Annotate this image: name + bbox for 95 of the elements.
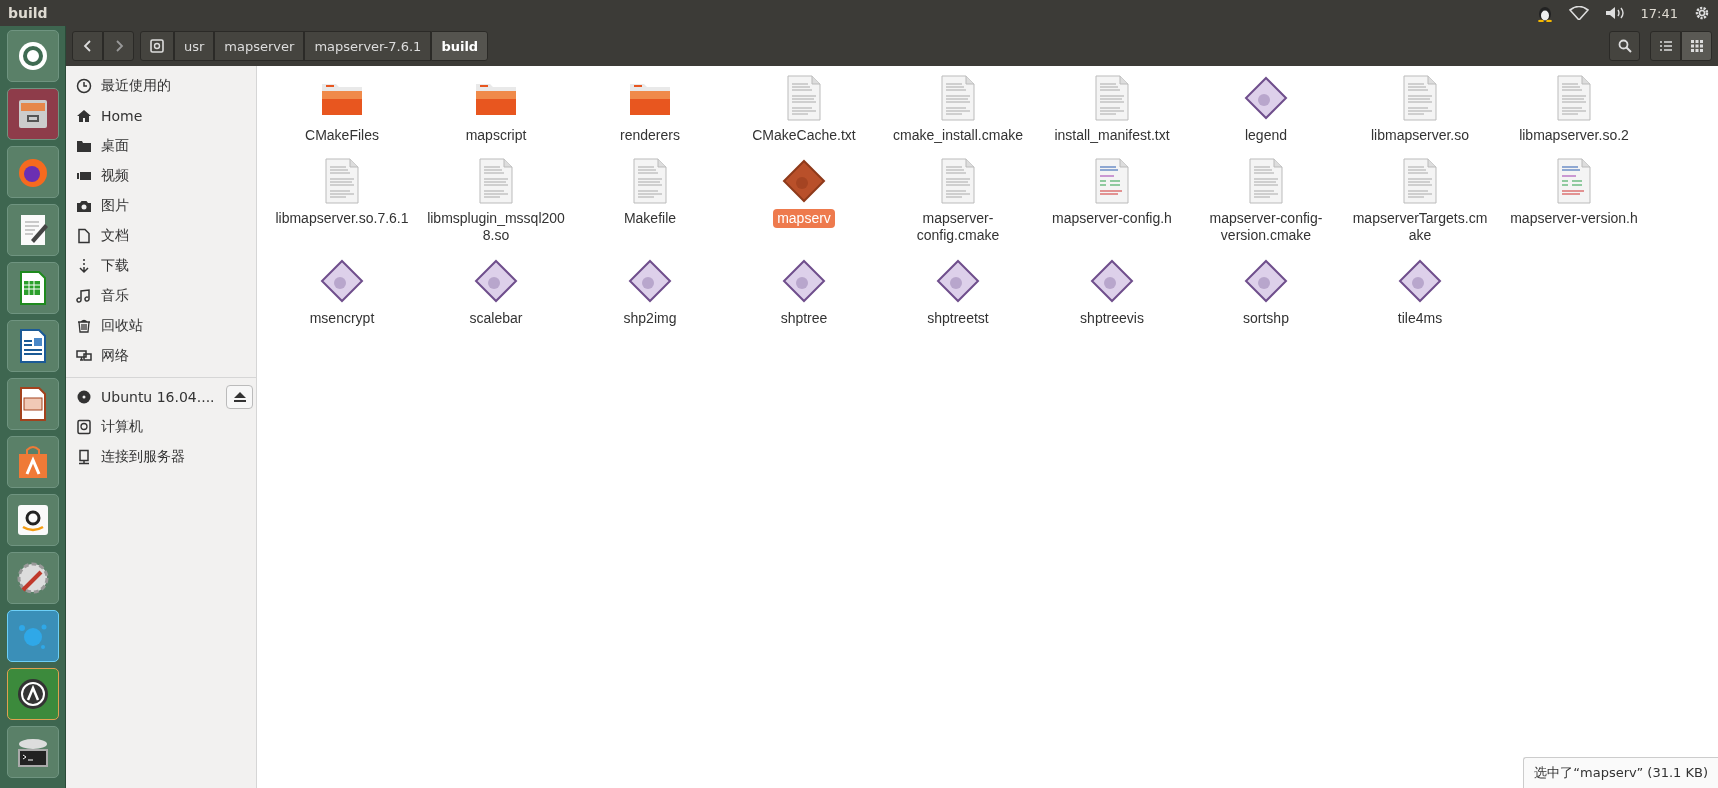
forward-button[interactable] (103, 31, 134, 61)
sidebar-item[interactable]: 连接到服务器 (101, 448, 185, 466)
drive-crumb-button[interactable] (140, 31, 174, 61)
drive-icon (150, 39, 164, 53)
diamond-icon[interactable] (318, 257, 366, 305)
file-name[interactable]: legend (1240, 126, 1291, 145)
file-name[interactable]: install_manifest.txt (1050, 126, 1174, 145)
music-icon (76, 288, 92, 304)
sidebar-item[interactable]: 文档 (101, 227, 129, 245)
download-icon (76, 258, 92, 274)
diamond-icon[interactable] (780, 157, 828, 205)
file-name[interactable]: libmsplugin_mssql2008.so (422, 209, 570, 245)
file-name[interactable]: Makefile (619, 209, 681, 228)
window-title: build (8, 5, 48, 21)
gear-icon[interactable] (1694, 5, 1710, 21)
sidebar-item[interactable]: 网络 (101, 347, 129, 365)
diamond-icon[interactable] (1396, 257, 1444, 305)
wrench-gear-icon[interactable] (6, 552, 59, 604)
file-name[interactable]: mapserver-config.cmake (884, 209, 1032, 245)
search-icon (1617, 39, 1632, 53)
volume-icon[interactable] (1604, 6, 1625, 20)
back-button[interactable] (72, 31, 103, 61)
sidebar-item[interactable]: 回收站 (101, 317, 143, 335)
sidebar-item[interactable]: 桌面 (101, 137, 129, 155)
file-name[interactable]: libmapserver.so.2 (1515, 126, 1633, 145)
diamond-icon[interactable] (1242, 257, 1290, 305)
sidebar-item[interactable]: 计算机 (101, 418, 143, 436)
sidebar-item[interactable]: 视频 (101, 167, 129, 185)
sidebar-item[interactable]: Ubuntu 16.04.... (101, 389, 215, 405)
file-name[interactable]: cmake_install.cmake (889, 126, 1027, 145)
wifi-icon[interactable] (1568, 6, 1589, 20)
file-name[interactable]: mapserver-config-version.cmake (1192, 209, 1340, 245)
grid-view-button[interactable] (1681, 31, 1712, 61)
file-name[interactable]: mapserver-config.h (1048, 209, 1176, 228)
chevron-left-icon (82, 40, 93, 52)
diamond-icon[interactable] (1242, 74, 1290, 122)
camera-icon (76, 198, 92, 214)
file-cabinet-icon[interactable] (6, 88, 59, 140)
file-name[interactable]: scalebar (465, 309, 527, 328)
file-name[interactable]: tile4ms (1393, 309, 1447, 328)
diamond-icon[interactable] (1088, 257, 1136, 305)
ubuntu-logo-icon[interactable] (6, 30, 59, 82)
clock[interactable]: 17:41 (1640, 5, 1678, 21)
shopping-bag-icon[interactable] (6, 436, 59, 488)
file-name[interactable]: CMakeFiles (301, 126, 383, 145)
eject-button[interactable] (226, 385, 253, 409)
text-document-icon[interactable] (6, 320, 59, 372)
diamond-icon[interactable] (780, 257, 828, 305)
file-name[interactable]: CMakeCache.txt (748, 126, 860, 145)
trash-icon (76, 318, 92, 334)
chevron-right-icon (113, 40, 124, 52)
sidebar-item[interactable]: 音乐 (101, 287, 129, 305)
grid-icon (1690, 40, 1703, 52)
status-overlay: 选中了“mapserv” (31.1 KB) (1523, 757, 1718, 788)
file-name[interactable]: sortshp (1239, 309, 1293, 328)
path-crumb[interactable]: mapserver (214, 31, 305, 61)
server-icon (76, 449, 92, 465)
clock-icon (76, 78, 92, 94)
path-crumb[interactable]: build (431, 31, 489, 61)
sidebar-item[interactable]: Home (101, 108, 143, 124)
search-button[interactable] (1609, 31, 1640, 61)
sidebar-item[interactable]: 下载 (101, 257, 129, 275)
drive-icon (76, 419, 92, 435)
presentation-icon[interactable] (6, 378, 59, 430)
list-icon (1659, 40, 1672, 52)
folder-icon (76, 138, 92, 154)
document-icon (76, 228, 92, 244)
file-name[interactable]: mapscript (461, 126, 531, 145)
sidebar-item[interactable]: 图片 (101, 197, 129, 215)
file-name[interactable]: libmapserver.so (1366, 126, 1473, 145)
file-name[interactable]: msencrypt (305, 309, 379, 328)
list-view-button[interactable] (1650, 31, 1681, 61)
diamond-icon[interactable] (934, 257, 982, 305)
file-name[interactable]: renderers (616, 126, 684, 145)
dvd-terminal-icon[interactable] (6, 726, 59, 778)
network-icon (76, 348, 92, 364)
home-icon (76, 108, 92, 124)
path-crumb[interactable]: mapserver-7.6.1 (304, 31, 432, 61)
diamond-icon[interactable] (472, 257, 520, 305)
spreadsheet-icon[interactable] (6, 262, 59, 314)
file-name[interactable]: shp2img (619, 309, 681, 328)
file-name[interactable]: shptree (776, 309, 832, 328)
pencil-document-icon[interactable] (6, 204, 59, 256)
file-name[interactable]: shptreevis (1076, 309, 1148, 328)
sidebar-item[interactable]: 最近使用的 (101, 77, 171, 95)
diamond-icon[interactable] (626, 257, 674, 305)
eject-icon (233, 392, 246, 402)
file-name[interactable]: shptreetst (923, 309, 993, 328)
file-name[interactable]: mapserverTargets.cmake (1346, 209, 1494, 245)
splash-icon[interactable] (6, 610, 59, 662)
disc-icon (76, 389, 92, 405)
penguin-icon[interactable] (1536, 4, 1553, 22)
path-crumb[interactable]: usr (174, 31, 215, 61)
file-name[interactable]: mapserver-version.h (1506, 209, 1642, 228)
file-name[interactable]: libmapserver.so.7.6.1 (271, 209, 413, 228)
